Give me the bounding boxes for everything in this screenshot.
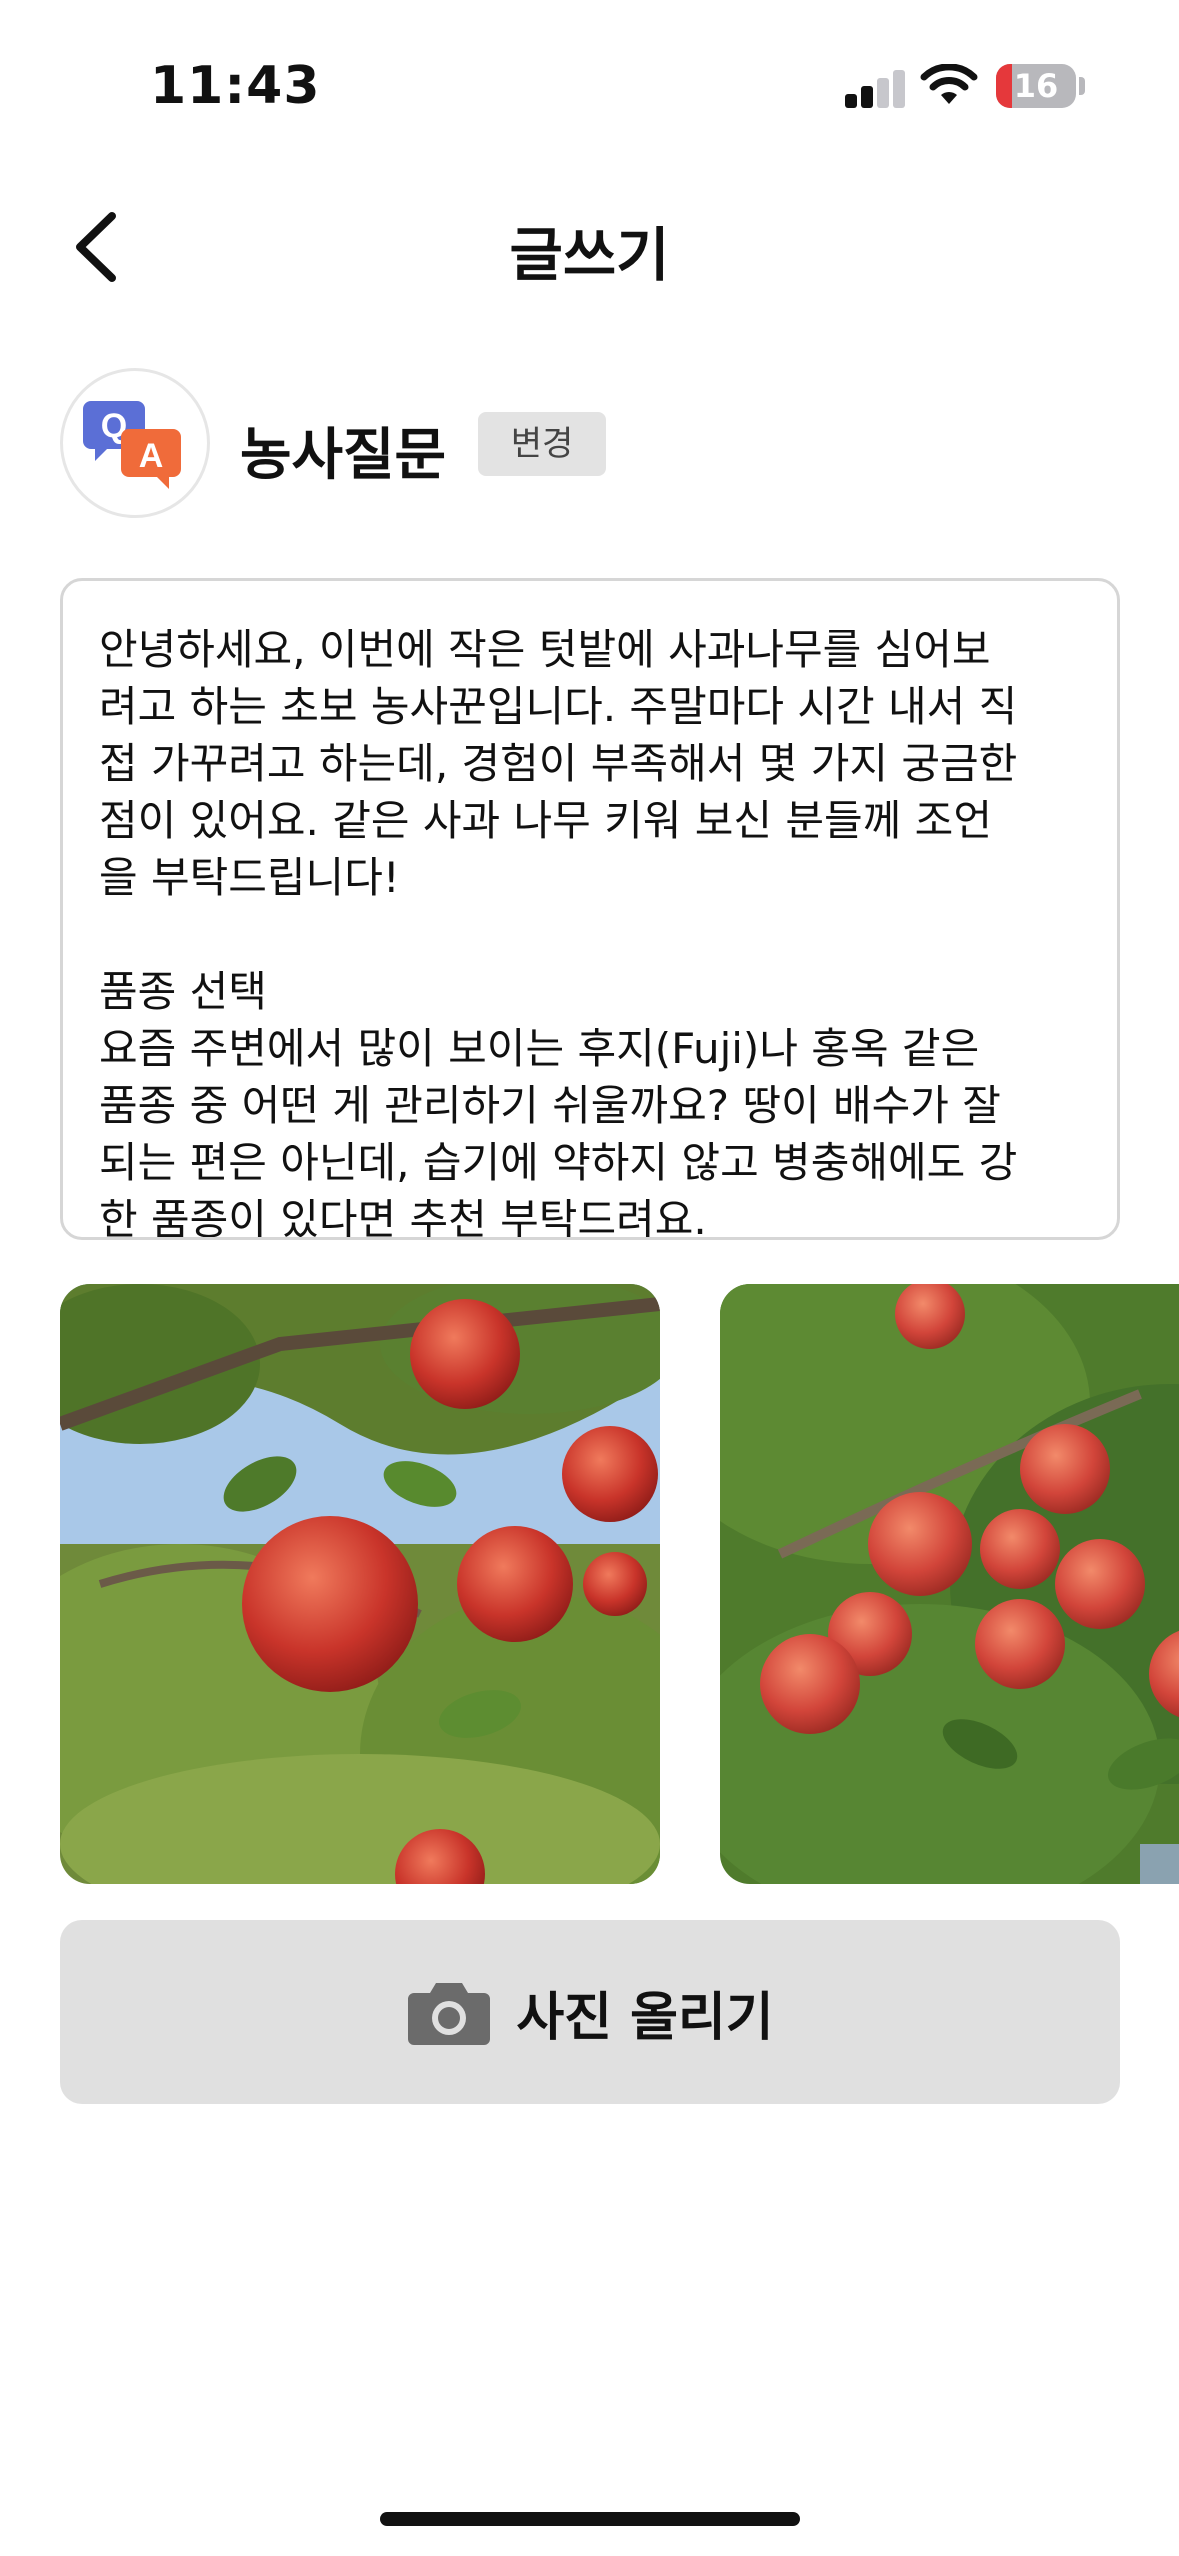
upload-photo-button[interactable]: 사진 올리기 xyxy=(60,1920,1120,2104)
page-title: 글쓰기 xyxy=(509,221,670,289)
status-time: 11:43 xyxy=(150,56,321,116)
apple-tree-photo xyxy=(720,1284,1179,1884)
header: 글쓰기 xyxy=(0,180,1179,310)
category-name: 농사질문 xyxy=(240,423,447,488)
battery-icon: 16 xyxy=(996,64,1076,108)
wifi-icon xyxy=(920,64,978,104)
qa-chat-icon: Q A xyxy=(60,368,210,518)
photo-thumbnail-1[interactable] xyxy=(60,1284,660,1884)
upload-photo-label: 사진 올리기 xyxy=(516,1987,774,2048)
photo-strip[interactable] xyxy=(60,1284,1179,1884)
camera-icon xyxy=(408,1983,491,2045)
signal-icon xyxy=(845,68,905,108)
status-bar: 11:43 16 xyxy=(0,0,1179,150)
change-category-button[interactable]: 변경 xyxy=(478,412,606,476)
home-indicator[interactable] xyxy=(380,2512,800,2526)
category-row: Q A 농사질문 변경 xyxy=(60,368,1120,518)
post-body-text: 안녕하세요, 이번에 작은 텃밭에 사과나무를 심어보 려고 하는 초보 농사꾼… xyxy=(99,625,1018,1240)
apple-tree-photo xyxy=(60,1284,660,1884)
qa-letter-a: A xyxy=(139,437,164,475)
battery-nub xyxy=(1079,77,1085,95)
post-body-textarea[interactable]: 안녕하세요, 이번에 작은 텃밭에 사과나무를 심어보 려고 하는 초보 농사꾼… xyxy=(60,578,1120,1240)
photo-thumbnail-2[interactable] xyxy=(720,1284,1179,1884)
battery-level: 16 xyxy=(1013,67,1059,105)
